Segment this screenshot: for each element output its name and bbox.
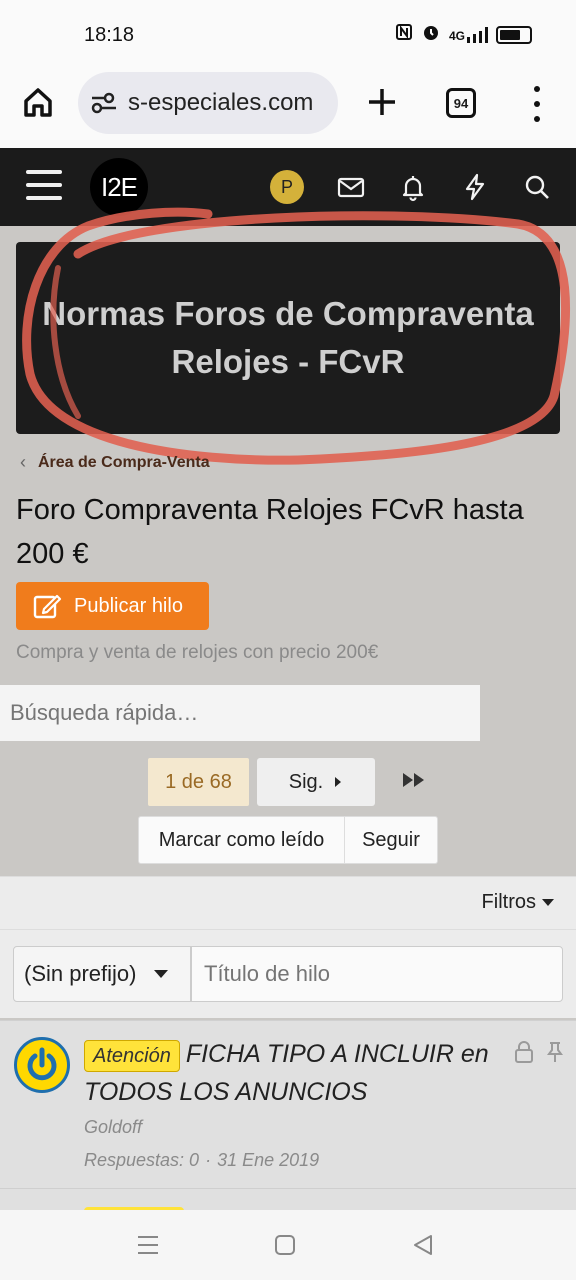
caret-down-icon: [154, 969, 169, 978]
rules-banner[interactable]: Normas Foros de Compraventa Relojes - FC…: [16, 242, 560, 434]
post-thread-button[interactable]: Publicar hilo: [16, 582, 209, 630]
alarm-icon: [421, 22, 441, 47]
last-page-button[interactable]: [401, 771, 427, 794]
menu-dot: [534, 116, 540, 122]
prefix-select[interactable]: (Sin prefijo): [13, 946, 191, 1002]
status-icons: 4G: [395, 22, 532, 47]
url-text: s-especiales.com: [128, 89, 314, 116]
thread-author[interactable]: Goldoff: [84, 1117, 504, 1138]
thread-list-actions: Marcar como leído Seguir: [138, 816, 438, 864]
lightning-icon[interactable]: [460, 172, 490, 202]
hamburger-menu-icon[interactable]: [26, 170, 62, 200]
status-bar: 18:18 4G: [0, 0, 576, 70]
mark-read-button[interactable]: Marcar como leído: [138, 816, 345, 864]
power-icon: [27, 1047, 57, 1081]
thread-replies: Respuestas: 0: [84, 1150, 200, 1170]
site-logo[interactable]: I2E: [90, 158, 148, 216]
address-bar[interactable]: s-especiales.com: [78, 72, 338, 134]
next-page-label: Sig.: [288, 770, 324, 793]
pagination: 1 de 68 Sig.: [148, 758, 427, 806]
breadcrumb-link[interactable]: Área de Compra-Venta: [38, 454, 210, 472]
browser-toolbar: s-especiales.com 94: [0, 70, 576, 148]
quick-thread-form: (Sin prefijo): [0, 930, 576, 1018]
user-avatar[interactable]: P: [270, 170, 304, 204]
caret-right-icon: [335, 777, 342, 787]
thread-content: Atención FICHA TIPO A INCLUIR en TODOS LO…: [84, 1035, 504, 1171]
site-settings-icon[interactable]: [90, 91, 118, 115]
lock-icon: [515, 1041, 533, 1063]
thread-title[interactable]: Atención FICHA TIPO A INCLUIR en TODOS LO…: [84, 1035, 504, 1111]
chevron-left-icon: ‹: [20, 452, 26, 472]
status-badge: Atención: [84, 1040, 180, 1072]
thread-title-input[interactable]: [191, 946, 563, 1002]
caret-down-icon: [542, 898, 554, 906]
thread-item-partial[interactable]: [0, 1188, 576, 1217]
home-button[interactable]: [18, 82, 58, 122]
nfc-icon: [395, 23, 413, 46]
envelope-icon[interactable]: [336, 172, 366, 202]
menu-dot: [534, 86, 540, 92]
browser-menu-button[interactable]: [528, 86, 546, 122]
prefix-value: (Sin prefijo): [24, 961, 137, 986]
home-icon: [24, 88, 52, 117]
thread-status-icons: [514, 1041, 564, 1063]
battery-icon: [496, 25, 532, 44]
site-header: I2E P: [0, 148, 576, 226]
fast-forward-icon: [403, 772, 424, 787]
forum-description: Compra y venta de relojes con precio 200…: [16, 642, 379, 663]
avatar[interactable]: [14, 1037, 70, 1093]
menu-dot: [534, 101, 540, 107]
breadcrumb[interactable]: ‹ Área de Compra-Venta: [20, 452, 210, 473]
page-indicator[interactable]: 1 de 68: [148, 758, 249, 806]
edit-icon: [33, 594, 62, 619]
new-tab-button[interactable]: [364, 82, 400, 127]
back-icon[interactable]: [412, 1234, 434, 1256]
search-icon[interactable]: [522, 172, 552, 202]
banner-text: Normas Foros de Compraventa Relojes - FC…: [42, 295, 534, 380]
post-thread-label: Publicar hilo: [74, 594, 183, 617]
bell-icon[interactable]: [398, 172, 428, 202]
filters-button[interactable]: Filtros: [482, 891, 554, 914]
thread-meta: Respuestas: 0 · 31 Ene 2019: [84, 1150, 320, 1170]
page-title: Foro Compraventa Relojes FCvR hasta 200 …: [16, 494, 524, 570]
follow-button[interactable]: Seguir: [345, 816, 438, 864]
filters-label: Filtros: [481, 891, 536, 913]
recent-apps-icon[interactable]: [136, 1234, 160, 1256]
thread-item[interactable]: Atención FICHA TIPO A INCLUIR en TODOS LO…: [0, 1020, 576, 1188]
plus-icon: [369, 89, 395, 115]
tab-switcher-button[interactable]: 94: [446, 88, 476, 118]
status-time: 18:18: [84, 24, 135, 46]
filter-bar: Filtros: [0, 876, 576, 930]
pin-icon: [547, 1042, 563, 1062]
signal-icon: 4G: [448, 26, 488, 43]
next-page-button[interactable]: Sig.: [257, 758, 375, 806]
thread-date[interactable]: 31 Ene 2019: [217, 1150, 319, 1170]
system-nav-bar: [0, 1210, 576, 1280]
network-type: 4G: [448, 28, 465, 43]
quick-search-input[interactable]: [0, 685, 480, 741]
home-nav-icon[interactable]: [274, 1234, 296, 1256]
